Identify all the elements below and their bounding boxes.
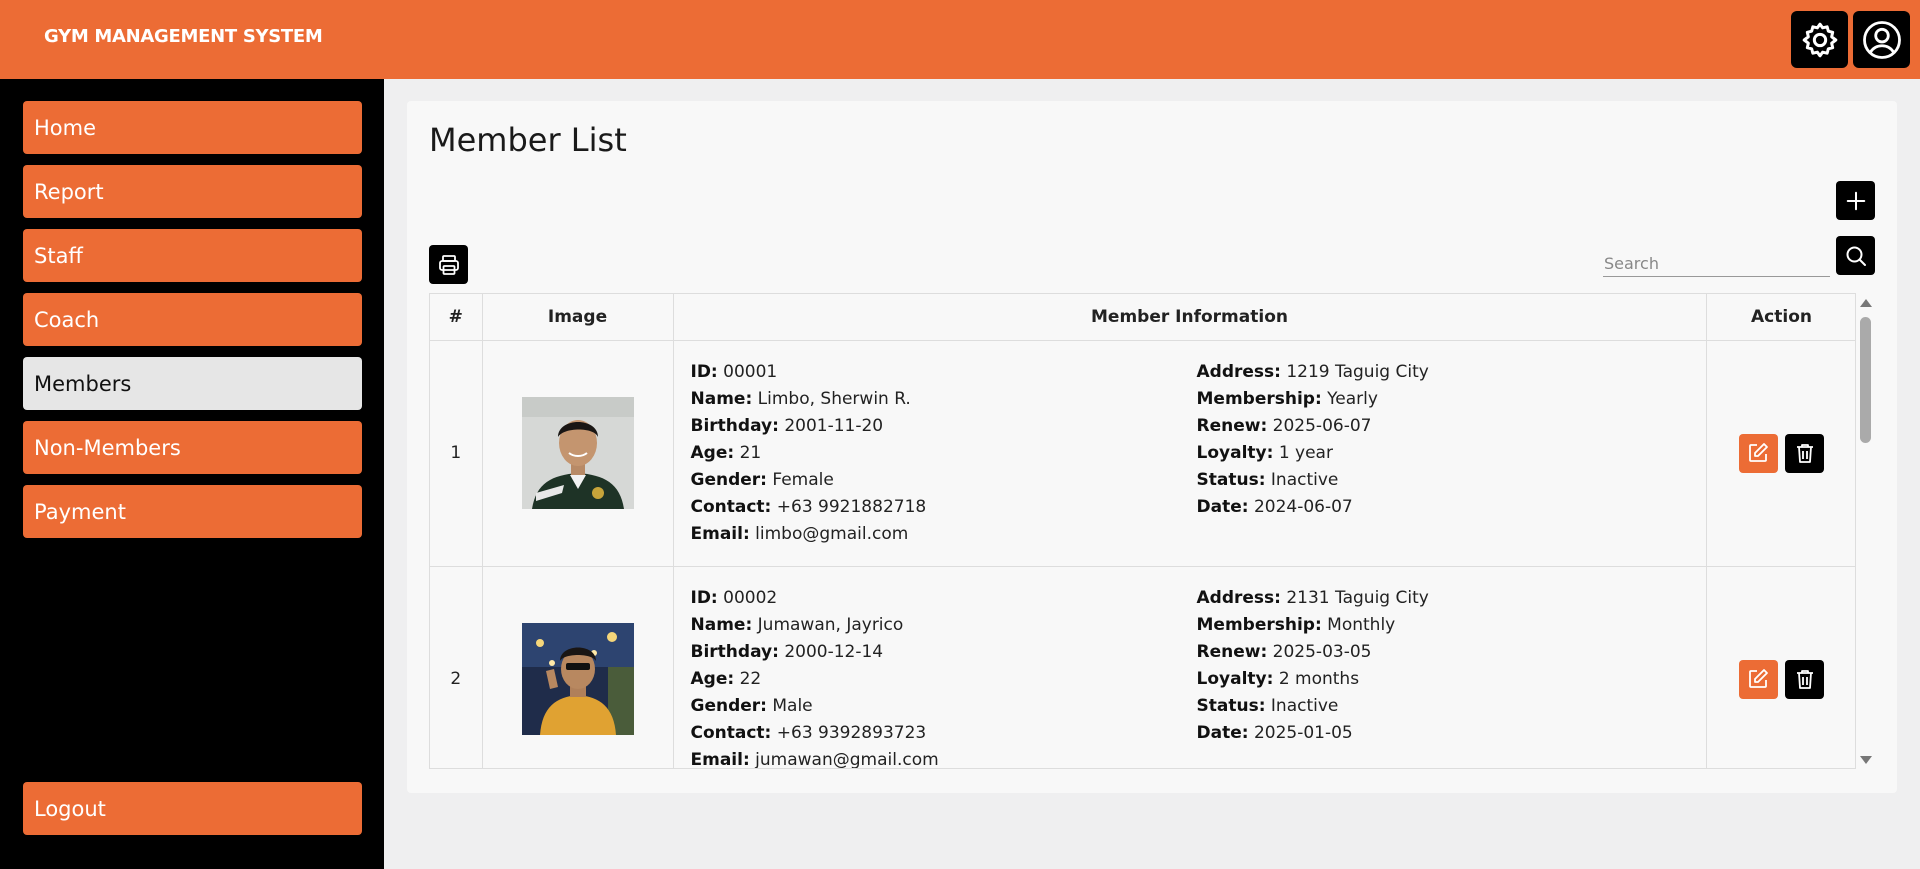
sidebar: Home Report Staff Coach Members Non-Memb…: [0, 79, 384, 869]
member-address: Address: 2131 Taguig City: [1196, 587, 1429, 608]
member-table: # Image Member Information Action 1 ID: …: [429, 293, 1856, 769]
search-input[interactable]: [1603, 251, 1830, 277]
main-panel: Member List # Image Member Information A…: [407, 101, 1897, 793]
search-button[interactable]: [1836, 236, 1875, 275]
table-row: 2 ID: 00002 Name: Jumawan, Jayrico Birth…: [430, 566, 1855, 769]
table-row: 1 ID: 00001 Name: Limbo, Sherwin R. Birt…: [430, 340, 1855, 567]
gear-icon: [1802, 22, 1837, 57]
sidebar-item-home[interactable]: Home: [23, 101, 362, 154]
settings-button[interactable]: [1791, 11, 1848, 68]
trash-icon: [1796, 444, 1813, 463]
member-status: Status: Inactive: [1196, 469, 1339, 490]
edit-button[interactable]: [1738, 659, 1778, 699]
member-date: Date: 2024-06-07: [1196, 496, 1353, 517]
trash-icon: [1796, 670, 1813, 689]
member-birthday: Birthday: 2000-12-14: [690, 641, 884, 662]
member-loyalty: Loyalty: 2 months: [1196, 668, 1360, 689]
member-renew: Renew: 2025-03-05: [1196, 641, 1372, 662]
member-membership: Membership: Monthly: [1196, 614, 1396, 635]
member-loyalty: Loyalty: 1 year: [1196, 442, 1333, 463]
logout-button[interactable]: Logout: [23, 782, 362, 835]
edit-icon: [1749, 443, 1769, 462]
member-photo: [521, 623, 634, 735]
member-birthday: Birthday: 2001-11-20: [690, 415, 884, 436]
sidebar-item-payment[interactable]: Payment: [23, 485, 362, 538]
sidebar-item-coach[interactable]: Coach: [23, 293, 362, 346]
member-email: Email: jumawan@gmail.com: [690, 749, 939, 769]
scroll-up-arrow-icon[interactable]: [1860, 299, 1872, 307]
member-address: Address: 1219 Taguig City: [1196, 361, 1429, 382]
search-icon: [1846, 246, 1866, 266]
member-date: Date: 2025-01-05: [1196, 722, 1353, 743]
print-button[interactable]: [429, 245, 468, 284]
header-action: Action: [1706, 294, 1855, 341]
sidebar-item-non-members[interactable]: Non-Members: [23, 421, 362, 474]
member-contact: Contact: +63 9392893723: [690, 722, 927, 743]
scroll-down-arrow-icon[interactable]: [1860, 756, 1872, 764]
member-membership: Membership: Yearly: [1196, 388, 1378, 409]
member-id: ID: 00002: [690, 587, 778, 608]
app-title: GYM MANAGEMENT SYSTEM: [44, 26, 323, 47]
delete-button[interactable]: [1785, 659, 1825, 699]
member-gender: Gender: Female: [690, 469, 834, 490]
member-age: Age: 22: [690, 668, 762, 689]
member-status: Status: Inactive: [1196, 695, 1339, 716]
profile-button[interactable]: [1853, 11, 1910, 68]
printer-icon: [438, 254, 459, 275]
member-renew: Renew: 2025-06-07: [1196, 415, 1372, 436]
table-scrollbar[interactable]: [1857, 293, 1873, 769]
sidebar-item-members[interactable]: Members: [23, 357, 362, 410]
row-number: 1: [430, 340, 483, 567]
user-circle-icon: [1862, 20, 1901, 59]
member-age: Age: 21: [690, 442, 762, 463]
member-email: Email: limbo@gmail.com: [690, 523, 909, 544]
sidebar-item-report[interactable]: Report: [23, 165, 362, 218]
member-contact: Contact: +63 9921882718: [690, 496, 927, 517]
member-gender: Gender: Male: [690, 695, 813, 716]
page-title: Member List: [429, 121, 627, 159]
edit-button[interactable]: [1738, 433, 1778, 473]
row-number: 2: [430, 566, 483, 768]
member-name: Name: Jumawan, Jayrico: [690, 614, 904, 635]
member-name: Name: Limbo, Sherwin R.: [690, 388, 911, 409]
header-image: Image: [482, 294, 674, 341]
edit-icon: [1749, 669, 1769, 688]
header-member-information: Member Information: [673, 294, 1707, 341]
scroll-thumb[interactable]: [1860, 317, 1871, 443]
sidebar-item-staff[interactable]: Staff: [23, 229, 362, 282]
top-bar: GYM MANAGEMENT SYSTEM: [0, 0, 1920, 79]
delete-button[interactable]: [1785, 433, 1825, 473]
plus-icon: [1846, 191, 1865, 210]
header-number: #: [430, 294, 483, 341]
add-member-button[interactable]: [1836, 181, 1875, 220]
member-id: ID: 00001: [690, 361, 778, 382]
member-photo: [521, 397, 634, 509]
